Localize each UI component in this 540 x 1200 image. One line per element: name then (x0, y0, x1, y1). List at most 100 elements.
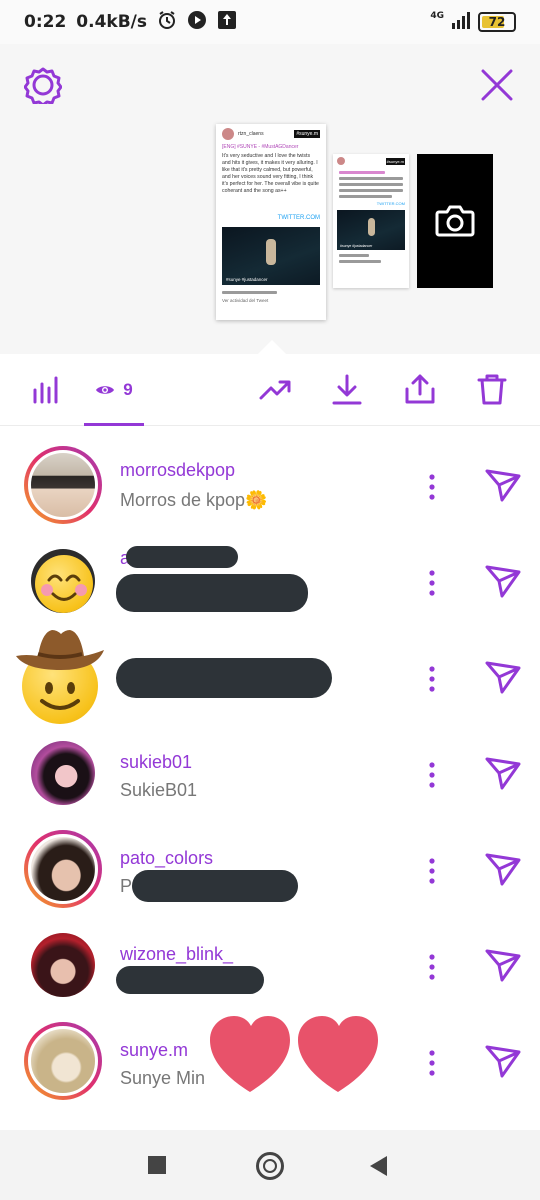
avatar-photo (28, 834, 98, 904)
send-message-icon[interactable] (484, 1042, 522, 1080)
redaction-bar (116, 966, 264, 994)
add-story-camera-tile[interactable] (417, 154, 493, 288)
selected-pointer (258, 340, 286, 354)
settings-gear-icon[interactable] (23, 66, 63, 107)
more-options-icon[interactable] (420, 856, 444, 886)
alarm-icon (157, 10, 177, 35)
viewer-row[interactable]: a (0, 542, 540, 638)
tweet-tag-link: #SUNYE - #MustAGDancer (237, 144, 299, 150)
battery-indicator: 72 (478, 12, 516, 32)
story-thumbnail-next[interactable]: #sunye.m TWITTER.COM #sunye #justadancer (333, 154, 409, 288)
story-insights-toolbar: 9 (0, 354, 540, 426)
dancer-figure (367, 218, 375, 236)
send-message-icon[interactable] (484, 850, 522, 888)
back-button[interactable] (370, 1156, 388, 1176)
viewer-row[interactable]: pato_colors P (0, 830, 540, 926)
bar-chart-icon[interactable] (30, 372, 64, 406)
tweet-watermark: TWITTER.COM (376, 201, 405, 206)
avatar[interactable] (24, 1022, 102, 1100)
avatar-photo (28, 1026, 98, 1096)
redaction-bar (126, 546, 238, 568)
eye-icon (96, 386, 115, 394)
tweet-avatar (337, 157, 345, 165)
tweet-handle: rtzn_claens (238, 131, 264, 137)
screen: 0:22 0.4kB/s 4G 72 rtzn_claens #sunye.m … (0, 0, 540, 1200)
avatar-photo (31, 933, 95, 997)
avatar-photo (31, 549, 95, 613)
download-icon[interactable] (330, 372, 364, 406)
tweet-meta-line (339, 260, 381, 263)
viewer-row[interactable]: wizone_blink_ (0, 926, 540, 1022)
viewer-row[interactable]: morrosdekpop Morros de kpop🌼 (0, 446, 540, 542)
tab-viewers[interactable]: 9 (84, 354, 144, 426)
story-sticker: #sunye.m (294, 130, 320, 138)
tweet-meta-line (222, 291, 277, 294)
avatar[interactable] (24, 830, 102, 908)
viewer-fullname: Sunye Min (120, 1068, 206, 1088)
send-message-icon[interactable] (484, 754, 522, 792)
battery-level: 72 (488, 15, 506, 29)
more-options-icon[interactable] (420, 568, 444, 598)
viewer-username[interactable]: pato_colors (120, 848, 213, 869)
viewer-username[interactable]: sukieb01 (120, 752, 192, 773)
tweet-photo-hashtag: #sunye #justadancer (226, 277, 268, 282)
share-icon[interactable] (403, 372, 437, 406)
system-navigation-bar (0, 1130, 540, 1200)
more-options-icon[interactable] (420, 760, 444, 790)
more-options-icon[interactable] (420, 1048, 444, 1078)
more-options-icon[interactable] (420, 952, 444, 982)
trash-icon[interactable] (475, 372, 509, 406)
viewer-fullname: P (120, 876, 133, 896)
network-type: 4G (430, 10, 444, 21)
recents-button[interactable] (148, 1156, 166, 1174)
viewer-username[interactable]: sunye.m (120, 1040, 188, 1061)
upload-notification-icon (217, 10, 237, 35)
redaction-bar (116, 658, 332, 698)
viewer-fullname: Morros de kpop🌼 (120, 490, 268, 510)
signal-icon (450, 11, 472, 34)
clock: 0:22 (24, 12, 67, 32)
tweet-text-line (339, 189, 403, 192)
tweet-body: It's very seductive and I love the twist… (222, 153, 319, 194)
story-thumbnail-current[interactable]: rtzn_claens #sunye.m [ENG] #SUNYE - #Mus… (216, 124, 326, 320)
viewer-row[interactable] (0, 630, 540, 734)
viewer-username[interactable]: morrosdekpop (120, 460, 235, 481)
tweet-text-line (339, 183, 403, 186)
more-options-icon[interactable] (420, 472, 444, 502)
tweet-text-line (339, 177, 403, 180)
send-message-icon[interactable] (484, 562, 522, 600)
viewers-list: morrosdekpop Morros de kpop🌼 a sukieb01 … (0, 426, 540, 1130)
avatar[interactable] (24, 926, 102, 1004)
send-message-icon[interactable] (484, 658, 522, 696)
avatar[interactable] (24, 446, 102, 524)
tweet-tag: [ENG] (222, 144, 236, 150)
story-sticker: #sunye.m (385, 157, 405, 165)
close-icon[interactable] (478, 66, 516, 104)
camera-icon (435, 205, 475, 237)
avatar[interactable] (24, 542, 102, 620)
tweet-tag-line: [ENG] #SUNYE - #MustAGDancer (216, 144, 326, 150)
tweet-photo-hashtag: #sunye #justadancer (340, 244, 373, 248)
send-message-icon[interactable] (484, 946, 522, 984)
tweet-photo: #sunye #justadancer (222, 227, 320, 285)
story-preview-header: rtzn_claens #sunye.m [ENG] #SUNYE - #Mus… (0, 44, 540, 354)
tweet-text-line (339, 195, 393, 198)
viewer-row[interactable]: sunye.m Sunye Min (0, 1016, 540, 1118)
home-button[interactable] (256, 1152, 284, 1180)
tweet-photo: #sunye #justadancer (337, 210, 405, 250)
dancer-figure (266, 238, 277, 265)
viewer-row[interactable]: sukieb01 SukieB01 (0, 734, 540, 830)
more-options-icon[interactable] (420, 664, 444, 694)
network-speed: 0.4kB/s (76, 12, 148, 32)
trending-icon[interactable] (258, 372, 292, 406)
send-message-icon[interactable] (484, 466, 522, 504)
play-icon (187, 10, 207, 35)
redaction-bar (132, 870, 298, 902)
hearts-sticker (210, 1016, 378, 1092)
avatar[interactable] (24, 734, 102, 812)
tweet-footer: Ver actividad del Tweet (222, 298, 269, 303)
avatar-photo (28, 450, 98, 520)
viewer-username[interactable]: wizone_blink_ (120, 944, 233, 965)
viewer-fullname: SukieB01 (120, 780, 198, 800)
home-inner-ring (263, 1159, 277, 1173)
